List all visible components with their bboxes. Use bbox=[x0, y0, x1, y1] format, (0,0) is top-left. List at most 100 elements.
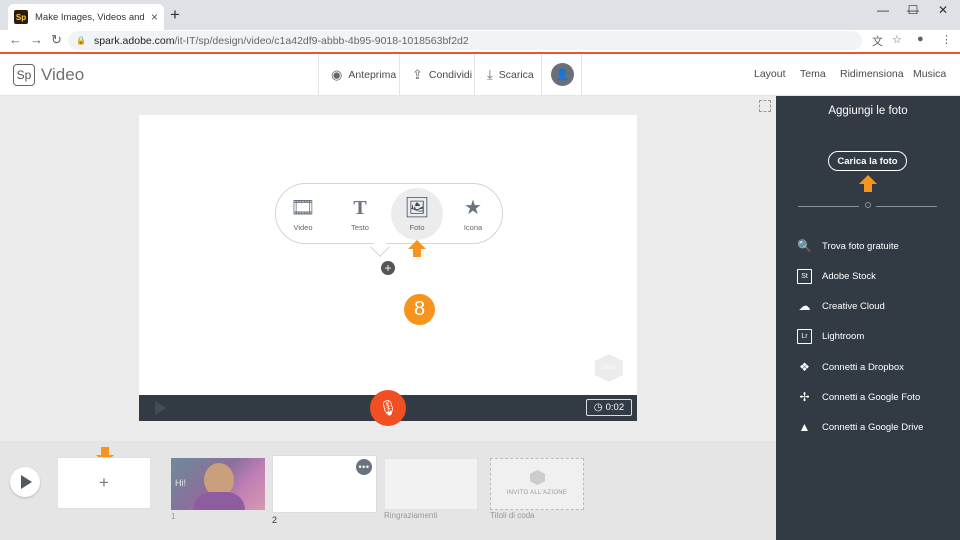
source-label: Trova foto gratuite bbox=[822, 240, 899, 252]
slide-label-thanks: Ringraziamenti bbox=[384, 511, 438, 520]
menu-layout[interactable]: Layout bbox=[754, 68, 786, 80]
source-dropbox[interactable]: ❖ Connetti a Dropbox bbox=[797, 358, 904, 376]
window-close-icon[interactable]: ✕ bbox=[928, 3, 958, 17]
add-slide-button[interactable]: + bbox=[57, 457, 151, 509]
tab-title: Make Images, Videos and Web S bbox=[35, 11, 147, 23]
arrow-stem bbox=[413, 249, 421, 257]
slide-number-2: 2 bbox=[272, 515, 278, 525]
divider-left bbox=[798, 206, 859, 207]
share-icon: ⇪ bbox=[412, 67, 423, 82]
download-button[interactable]: ⤓ Scarica bbox=[474, 54, 546, 96]
duration-value: 0:02 bbox=[605, 402, 625, 413]
source-label: Connetti a Google Drive bbox=[822, 421, 924, 433]
translate-icon[interactable]: 文 bbox=[872, 33, 883, 49]
star-icon: ★ bbox=[464, 196, 482, 219]
download-label: Scarica bbox=[498, 69, 534, 81]
app-name: Video bbox=[41, 65, 85, 84]
record-voice-button[interactable]: 🎙 bbox=[370, 390, 406, 426]
source-google-photos[interactable]: ✢ Connetti a Google Foto bbox=[797, 388, 920, 406]
source-label: Adobe Stock bbox=[822, 270, 876, 282]
address-bar: ← → ↻ 🔒 spark.adobe.com/it-IT/sp/design/… bbox=[0, 30, 960, 52]
add-content-button[interactable]: + bbox=[381, 261, 395, 275]
tab-close-icon[interactable]: × bbox=[151, 10, 158, 24]
upload-photo-button[interactable]: Carica la foto bbox=[828, 151, 907, 171]
divider-right bbox=[876, 206, 937, 207]
url-text: spark.adobe.com/it-IT/sp/design/video/c1… bbox=[94, 35, 469, 47]
invite-user-icon: 👤 bbox=[551, 63, 574, 86]
window-minimize-icon[interactable]: — bbox=[868, 3, 898, 17]
source-free-photos[interactable]: 🔍 Trova foto gratuite bbox=[797, 237, 899, 255]
slide-number-1: 1 bbox=[171, 512, 176, 521]
film-icon: 🎞 bbox=[290, 196, 316, 219]
url-domain: spark.adobe.com bbox=[93, 34, 175, 47]
slide-label-credits: Titoli di coda bbox=[490, 511, 535, 520]
preview-label: Anteprima bbox=[348, 69, 397, 81]
slide-duration-button[interactable]: ◷ 0:02 bbox=[586, 399, 632, 416]
arrow-up-icon bbox=[408, 240, 426, 249]
source-label: Connetti a Dropbox bbox=[822, 361, 904, 373]
browser-menu-icon[interactable]: ⋮ bbox=[941, 33, 952, 46]
dropbox-icon: ❖ bbox=[799, 360, 810, 374]
more-options-icon[interactable]: ••• bbox=[356, 459, 372, 475]
arrow-stem bbox=[101, 447, 109, 455]
lightroom-icon: Lr bbox=[797, 328, 812, 344]
add-photo-option[interactable]: 🖼 Foto bbox=[391, 188, 443, 240]
arrow-stem bbox=[864, 184, 872, 192]
lock-icon: 🔒 bbox=[76, 36, 86, 45]
share-button[interactable]: ⇪ Condividi bbox=[399, 54, 484, 96]
spark-favicon-icon: Sp bbox=[14, 10, 28, 24]
microphone-icon: 🎙 bbox=[378, 400, 398, 417]
eye-icon: ◉ bbox=[331, 67, 343, 82]
slide-thumbnail-1[interactable]: Hi! bbox=[171, 458, 265, 510]
fullscreen-icon[interactable] bbox=[759, 100, 771, 112]
source-label: Connetti a Google Foto bbox=[822, 391, 921, 403]
slide-thumbnail-thanks[interactable] bbox=[384, 458, 478, 510]
download-icon: ⤓ bbox=[487, 67, 493, 82]
step-number-badge: 8 bbox=[404, 294, 435, 325]
person-shirt bbox=[193, 492, 245, 510]
google-drive-icon: ▲ bbox=[798, 420, 811, 434]
browser-tab-strip: Sp Make Images, Videos and Web S × + — —… bbox=[0, 0, 960, 30]
collaborate-button[interactable]: 👤 bbox=[541, 54, 582, 96]
photo-icon: 🖼 bbox=[404, 196, 430, 219]
add-icon-option[interactable]: ★ Icona bbox=[448, 190, 498, 238]
search-icon: 🔍 bbox=[797, 239, 812, 253]
slide-canvas[interactable] bbox=[139, 115, 637, 395]
spark-logo-icon[interactable]: Sp bbox=[13, 64, 35, 86]
menu-music[interactable]: Musica bbox=[913, 68, 946, 80]
option-label: Testo bbox=[351, 222, 369, 232]
new-tab-button[interactable]: + bbox=[170, 5, 180, 25]
source-creative-cloud[interactable]: ☁ Creative Cloud bbox=[797, 297, 885, 315]
adobe-stock-icon: St bbox=[797, 268, 812, 284]
reload-icon[interactable]: ↻ bbox=[51, 32, 62, 48]
source-label: Creative Cloud bbox=[822, 300, 885, 312]
menu-theme[interactable]: Tema bbox=[800, 68, 826, 80]
panel-title: Aggiungi le foto bbox=[828, 105, 908, 117]
bookmark-star-icon[interactable]: ☆ bbox=[892, 33, 902, 46]
divider-dot bbox=[865, 202, 871, 208]
back-icon[interactable]: ← bbox=[9, 32, 22, 47]
thumb-text: Hi! bbox=[175, 478, 186, 488]
app-header: Sp Video ◉ Anteprima ⇪ Condividi ⤓ Scari… bbox=[0, 54, 960, 96]
browser-tab[interactable]: Sp Make Images, Videos and Web S × bbox=[8, 4, 164, 30]
source-google-drive[interactable]: ▲ Connetti a Google Drive bbox=[797, 418, 924, 436]
slide-play-icon[interactable] bbox=[155, 401, 166, 415]
source-lightroom[interactable]: Lr Lightroom bbox=[797, 327, 864, 345]
source-label: Lightroom bbox=[822, 330, 865, 342]
share-label: Condividi bbox=[428, 69, 473, 81]
add-video-option[interactable]: 🎞 Video bbox=[278, 190, 328, 238]
add-text-option[interactable]: T Testo bbox=[335, 190, 385, 238]
url-path: /it-IT/sp/design/video/c1a42df9-abbb-4b9… bbox=[174, 34, 469, 47]
play-video-button[interactable] bbox=[10, 467, 40, 497]
forward-icon[interactable]: → bbox=[30, 32, 43, 47]
preview-button[interactable]: ◉ Anteprima bbox=[318, 54, 408, 96]
creative-cloud-icon: ☁ bbox=[798, 299, 811, 313]
url-input[interactable]: 🔒 spark.adobe.com/it-IT/sp/design/video/… bbox=[68, 31, 862, 50]
option-label: Video bbox=[293, 222, 313, 232]
source-adobe-stock[interactable]: St Adobe Stock bbox=[797, 267, 876, 285]
option-label: Icona bbox=[463, 222, 483, 232]
arrow-up-icon bbox=[859, 175, 877, 184]
window-maximize-icon[interactable]: ☐ bbox=[898, 3, 928, 17]
profile-icon[interactable]: ● bbox=[917, 33, 924, 45]
menu-resize[interactable]: Ridimensiona bbox=[840, 68, 904, 80]
